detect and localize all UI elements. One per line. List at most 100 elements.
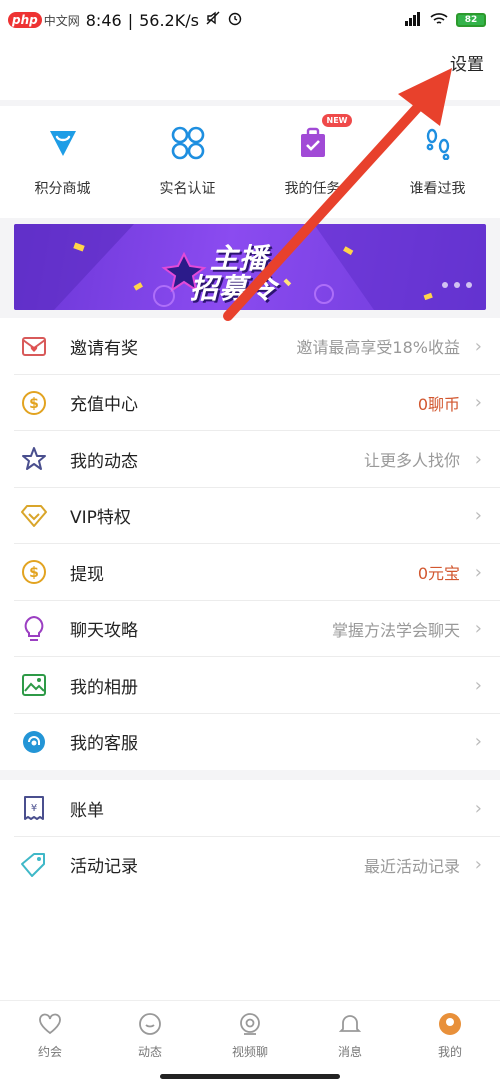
settings-button[interactable]: 设置 — [450, 50, 484, 75]
list-item-invite[interactable]: 邀请有奖 邀请最高享受18%收益 › — [0, 318, 500, 375]
nav-label: 动态 — [137, 1045, 162, 1059]
video-icon — [237, 1011, 263, 1037]
banner-pager — [442, 282, 472, 288]
list-item-activity-record[interactable]: 活动记录 最近活动记录 › — [0, 837, 500, 894]
grid-label: 谁看过我 — [409, 181, 466, 197]
clover-icon — [169, 124, 207, 162]
list-item-vip[interactable]: VIP特权 › — [0, 488, 500, 544]
list-value: 最近活动记录 — [363, 856, 460, 876]
list-item-withdraw[interactable]: $ 提现 0元宝 › — [0, 544, 500, 601]
status-time: 8:46 — [85, 10, 122, 30]
banner-title: 主播 招募令 — [190, 244, 277, 304]
list-label: 账单 — [70, 800, 104, 821]
list-item-customer-service[interactable]: 我的客服 › — [0, 714, 500, 771]
nav-item-video-chat[interactable]: 视频聊 — [200, 1001, 300, 1084]
grid-item-points-mall[interactable]: 积分商城 — [0, 106, 125, 218]
network-speed: 56.2K/s — [139, 10, 199, 30]
grid-label: 积分商城 — [34, 181, 91, 197]
list-label: 邀请有奖 — [70, 338, 138, 359]
chat-bubble-icon — [137, 1011, 163, 1037]
coin-dollar-icon: $ — [20, 389, 48, 417]
nav-label: 消息 — [337, 1045, 362, 1059]
mute-icon — [205, 10, 221, 30]
grid-label: 实名认证 — [159, 181, 216, 197]
star-icon — [20, 445, 48, 473]
chevron-right-icon: › — [474, 448, 482, 470]
withdraw-coin-icon: $ — [20, 558, 48, 586]
list-label: 活动记录 — [70, 857, 138, 878]
grid-label: 我的任务 — [284, 181, 341, 197]
vip-diamond-icon — [20, 502, 48, 530]
chevron-right-icon: › — [474, 335, 482, 357]
list-label: 充值中心 — [70, 395, 138, 416]
chevron-right-icon: › — [474, 674, 482, 696]
banner-line-1: 主播 — [210, 242, 269, 275]
list-value: 掌握方法学会聊天 — [331, 620, 460, 640]
list-item-album[interactable]: 我的相册 › — [0, 657, 500, 714]
bulb-icon — [20, 615, 48, 643]
recruit-banner[interactable]: 主播 招募令 — [14, 224, 486, 310]
nav-label: 我的 — [437, 1045, 462, 1059]
list-label: VIP特权 — [70, 508, 131, 529]
status-right: 82 — [404, 11, 486, 29]
list-item-moments[interactable]: 我的动态 让更多人找你 › — [0, 431, 500, 488]
bill-icon: ¥ — [20, 794, 48, 822]
list-value: 0聊币 — [417, 394, 460, 414]
chevron-right-icon: › — [474, 731, 482, 753]
list-value: 让更多人找你 — [363, 451, 460, 471]
signal-icon — [404, 11, 422, 29]
task-bag-icon: NEW — [294, 114, 353, 162]
bottom-navigation: 约会 动态 视频聊 消息 我的 — [0, 1000, 500, 1084]
svg-text:¥: ¥ — [31, 803, 37, 814]
list-label: 提现 — [70, 564, 104, 585]
list-item-bill[interactable]: ¥ 账单 › — [0, 780, 500, 837]
bell-icon — [337, 1011, 363, 1037]
chevron-right-icon: › — [474, 797, 482, 819]
heart-icon — [37, 1011, 63, 1037]
nav-item-mine[interactable]: 我的 — [400, 1001, 500, 1084]
home-indicator — [160, 1074, 340, 1079]
list-label: 我的动态 — [70, 451, 138, 472]
section-gap — [0, 770, 500, 780]
photo-album-icon — [20, 671, 48, 699]
chevron-right-icon: › — [474, 392, 482, 414]
nav-label: 视频聊 — [231, 1045, 268, 1059]
quick-actions-grid: 积分商城 实名认证 NEW 我的任务 谁看过我 — [0, 106, 500, 218]
banner-line-2: 招募令 — [190, 272, 278, 305]
battery-icon: 82 — [456, 13, 486, 27]
invite-envelope-icon — [20, 332, 48, 360]
status-left: php 中文网 8:46 | 56.2K/s — [8, 10, 243, 30]
watermark-logo: php 中文网 — [8, 12, 80, 29]
nav-item-messages[interactable]: 消息 — [300, 1001, 400, 1084]
status-bar: php 中文网 8:46 | 56.2K/s 82 — [0, 0, 500, 40]
tag-icon — [20, 851, 48, 879]
grid-item-my-tasks[interactable]: NEW 我的任务 — [250, 106, 375, 218]
watermark-cn: 中文网 — [43, 13, 80, 28]
chevron-right-icon: › — [474, 505, 482, 527]
list-label: 我的客服 — [70, 734, 138, 755]
grid-item-visitors[interactable]: 谁看过我 — [375, 106, 500, 218]
grid-item-verification[interactable]: 实名认证 — [125, 106, 250, 218]
new-badge: NEW — [321, 114, 353, 127]
nav-item-dating[interactable]: 约会 — [0, 1001, 100, 1084]
list-label: 我的相册 — [70, 677, 138, 698]
nav-item-moments[interactable]: 动态 — [100, 1001, 200, 1084]
svg-text:$: $ — [29, 396, 39, 412]
profile-icon — [437, 1011, 463, 1037]
chevron-right-icon: › — [474, 854, 482, 876]
wifi-icon — [430, 12, 448, 29]
menu-list: 邀请有奖 邀请最高享受18%收益 › $ 充值中心 0聊币 › 我的动态 让更多… — [0, 318, 500, 893]
list-value: 0元宝 — [417, 564, 460, 584]
diamond-icon — [44, 124, 82, 162]
chevron-right-icon: › — [474, 561, 482, 583]
alarm-icon — [227, 10, 243, 30]
list-item-recharge[interactable]: $ 充值中心 0聊币 › — [0, 375, 500, 431]
list-item-chat-tips[interactable]: 聊天攻略 掌握方法学会聊天 › — [0, 601, 500, 657]
svg-text:$: $ — [29, 565, 39, 581]
list-value: 邀请最高享受18%收益 — [296, 338, 460, 358]
footprint-icon — [419, 124, 457, 162]
watermark-php: php — [8, 12, 42, 28]
chevron-right-icon: › — [474, 618, 482, 640]
list-label: 聊天攻略 — [70, 621, 138, 642]
status-separator: | — [127, 10, 134, 30]
